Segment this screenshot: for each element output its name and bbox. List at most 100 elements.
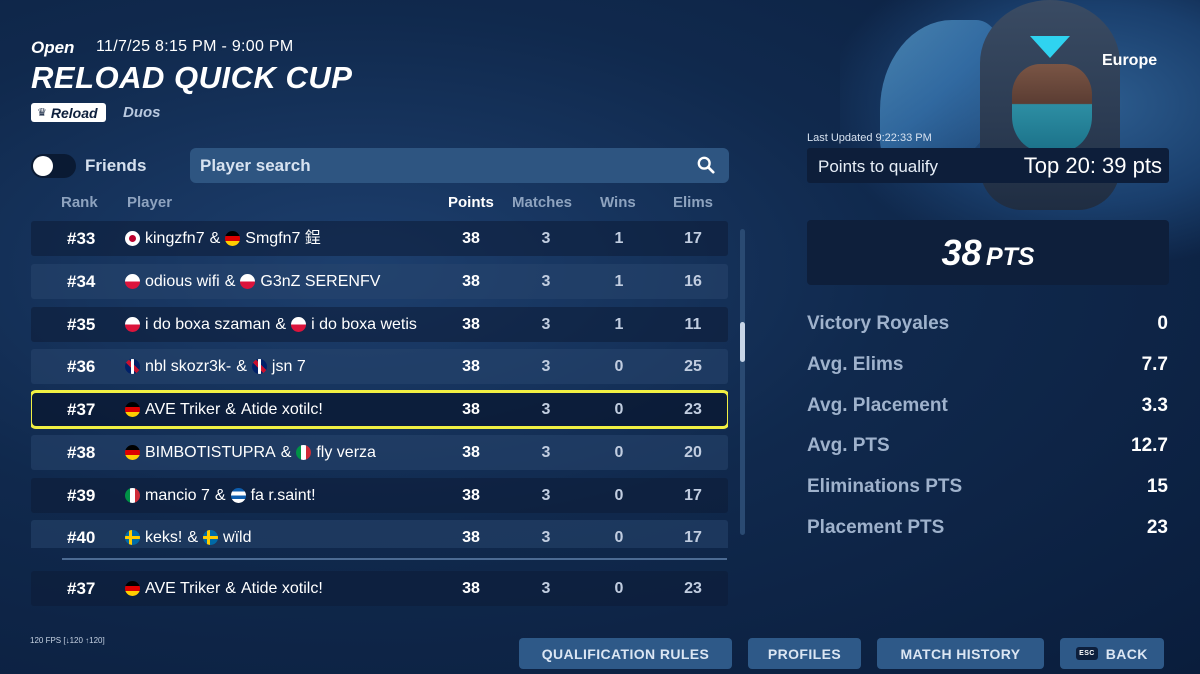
- player-1-flag-icon: [125, 530, 140, 546]
- player-1-name: mancio 7: [145, 486, 210, 504]
- leaderboard-row[interactable]: #38 BIMBOTISTUPRA & fly verza 38 3 0 20: [31, 434, 728, 470]
- player-1-flag-icon: [125, 359, 140, 375]
- row-rank: #37: [67, 579, 96, 598]
- leaderboard-list[interactable]: #33 kingzfn7 & Smgfn7 鋥 38 3 1 17 #34 odious wifi…: [31, 221, 728, 548]
- row-player-names: AVE Triker & Atide xotilc!: [125, 392, 323, 427]
- row-points: 38: [462, 580, 480, 597]
- row-elims: 17: [684, 486, 702, 504]
- leaderboard-row[interactable]: #39 mancio 7 & fa r.saint! 38 3 0 17: [31, 477, 728, 513]
- leaderboard-row[interactable]: #37 AVE Triker & Atide xotilc! 38 3 0 23: [31, 390, 728, 429]
- player-1-flag-icon: [125, 487, 140, 503]
- player-2-name: Atide xotilc!: [240, 401, 323, 418]
- row-player-names: kingzfn7 & Smgfn7 鋥: [125, 221, 321, 256]
- stat-label: Avg. Placement: [807, 394, 948, 416]
- player-search-input[interactable]: [200, 148, 680, 183]
- mode-type: Duos: [123, 104, 161, 121]
- leaderboard-row[interactable]: #33 kingzfn7 & Smgfn7 鋥 38 3 1 17: [31, 221, 728, 256]
- leaderboard-scroll-thumb[interactable]: [740, 322, 745, 362]
- player-separator: &: [224, 272, 236, 290]
- row-wins: 0: [614, 580, 624, 597]
- row-points: 38: [462, 401, 480, 418]
- row-elims: 23: [684, 580, 702, 597]
- row-wins: 0: [614, 401, 624, 418]
- player-2-flag-icon: [230, 487, 246, 503]
- row-wins: 1: [614, 315, 624, 333]
- row-elims: 17: [684, 230, 702, 247]
- profiles-button[interactable]: PROFILES: [748, 638, 861, 669]
- qualification-rules-button[interactable]: QUALIFICATION RULES: [519, 638, 732, 669]
- row-elims: 17: [684, 529, 702, 547]
- row-elims: 23: [684, 401, 702, 418]
- player-1-name: BIMBOTISTUPRA: [145, 443, 276, 461]
- leaderboard-row[interactable]: #36 nbl skozr3k- & jsn 7 38 3 0 25: [31, 349, 728, 385]
- row-rank: #40: [67, 528, 96, 548]
- stat-value: 0: [1157, 313, 1168, 334]
- player-2-flag-icon: [203, 530, 219, 546]
- player-separator: &: [225, 401, 236, 418]
- back-button-label: BACK: [1105, 645, 1148, 662]
- row-wins: 0: [614, 443, 624, 461]
- search-icon[interactable]: [697, 156, 715, 174]
- row-rank: #34: [67, 271, 96, 291]
- points-to-qualify: Points to qualify Top 20: 39 pts: [807, 148, 1169, 183]
- player-search-box[interactable]: [190, 148, 729, 183]
- player-1-name: keks!: [145, 529, 183, 547]
- row-matches: 3: [541, 358, 551, 376]
- player-2-flag-icon: [291, 316, 307, 332]
- leaderboard-scrollbar[interactable]: [740, 229, 745, 535]
- stat-value: 23: [1146, 517, 1168, 538]
- row-player-names: mancio 7 & fa r.saint!: [125, 478, 316, 513]
- leaderboard-row[interactable]: #34 odious wifi & G3nZ SERENFV 38 3 1 16: [31, 263, 728, 299]
- column-header-points: Points: [448, 194, 494, 211]
- player-2-name: jsn 7: [271, 358, 306, 376]
- stat-value: 7.7: [1141, 353, 1168, 375]
- player-2-flag-icon: [251, 359, 267, 375]
- stat-value: 3.3: [1141, 394, 1168, 416]
- character-face-art: [1012, 64, 1092, 152]
- row-points: 38: [462, 358, 480, 376]
- player-separator: &: [187, 529, 199, 547]
- back-button[interactable]: ESC BACK: [1060, 638, 1164, 669]
- pinned-row-divider: [62, 558, 727, 560]
- region-label: Europe: [1102, 52, 1158, 69]
- row-matches: 3: [541, 230, 551, 247]
- tournament-status: Open: [31, 38, 75, 57]
- player-separator: &: [275, 315, 287, 333]
- total-points-card: 38 PTS: [807, 220, 1169, 285]
- player-1-name: kingzfn7: [145, 230, 205, 247]
- match-history-button[interactable]: MATCH HISTORY: [877, 638, 1044, 669]
- row-rank: #33: [67, 229, 96, 248]
- row-elims: 16: [684, 272, 702, 290]
- mode-badge-label: Reload: [50, 104, 98, 121]
- row-player-names: BIMBOTISTUPRA & fly verza: [125, 435, 376, 470]
- player-1-flag-icon: [125, 444, 140, 460]
- player-1-flag-icon: [125, 231, 140, 246]
- player-1-name: i do boxa szaman: [145, 315, 271, 333]
- player-separator: &: [225, 580, 236, 597]
- friends-toggle[interactable]: [31, 154, 76, 178]
- row-player-names: odious wifi & G3nZ SERENFV: [125, 264, 380, 299]
- stat-label: Eliminations PTS: [807, 476, 963, 498]
- player-1-name: nbl skozr3k-: [145, 358, 232, 376]
- player-2-name: fa r.saint!: [250, 486, 316, 504]
- leaderboard-row[interactable]: #35 i do boxa szaman & i do boxa wetis 38 3 1 1…: [31, 306, 728, 342]
- row-rank: #39: [67, 485, 96, 505]
- last-updated: Last Updated 9:22:33 PM: [807, 132, 932, 144]
- player-separator: &: [209, 230, 221, 247]
- row-matches: 3: [541, 272, 551, 290]
- row-wins: 0: [614, 529, 624, 547]
- row-matches: 3: [541, 529, 551, 547]
- player-1-flag-icon: [125, 402, 140, 417]
- column-header-wins: Wins: [600, 194, 636, 211]
- pinned-player-row[interactable]: #37 AVE Triker & Atide xotilc! 38 3 0 23: [31, 571, 728, 606]
- toggle-knob: [33, 156, 53, 176]
- player-2-flag-icon: [296, 444, 312, 460]
- stat-label: Victory Royales: [807, 313, 950, 334]
- stat-label: Avg. PTS: [807, 435, 890, 457]
- row-player-names: keks! & wïld: [125, 520, 251, 548]
- player-2-flag-icon: [240, 273, 256, 289]
- row-matches: 3: [541, 315, 551, 333]
- player-2-name: G3nZ SERENFV: [260, 272, 381, 290]
- leaderboard-row[interactable]: #40 keks! & wïld 38 3 0 17: [31, 520, 728, 548]
- row-matches: 3: [541, 580, 551, 597]
